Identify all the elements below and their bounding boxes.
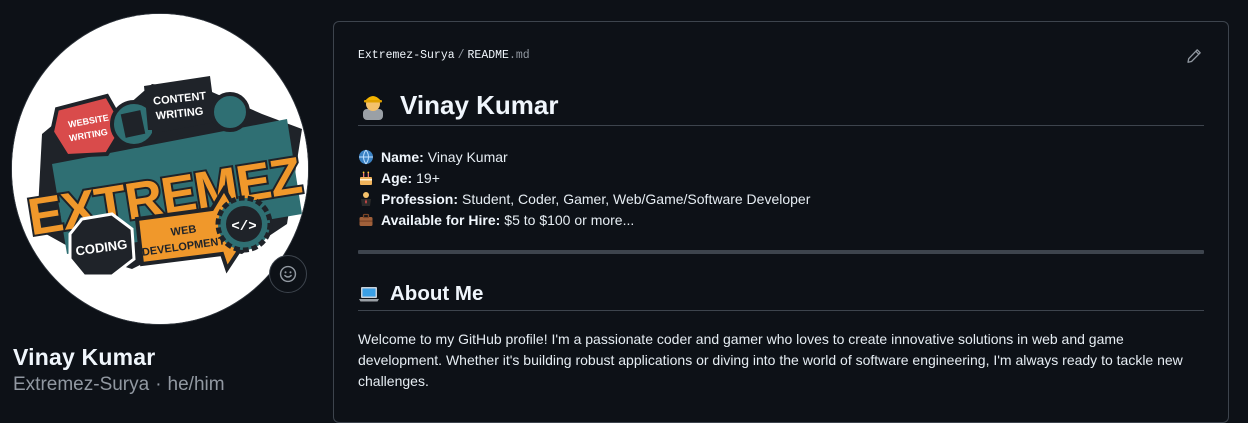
birthday-cake-icon bbox=[358, 170, 374, 186]
fact-label: Age: bbox=[381, 169, 413, 186]
breadcrumb-slash: / bbox=[457, 49, 465, 62]
globe-icon bbox=[358, 149, 374, 165]
breadcrumb-file[interactable]: README bbox=[468, 49, 509, 62]
about-paragraph: Welcome to my GitHub profile! I'm a pass… bbox=[358, 331, 1183, 389]
fact-item-name: Name: Vinay Kumar bbox=[358, 146, 810, 167]
fact-label: Name: bbox=[381, 148, 424, 165]
profile-pronouns: he/him bbox=[167, 374, 225, 395]
fact-label: Profession: bbox=[381, 190, 459, 207]
avatar[interactable]: WEBSITE WRITING CONTENT WRITING EXTREMEZ… bbox=[12, 14, 308, 324]
fact-item-hire: Available for Hire: $5 to $100 or more..… bbox=[358, 209, 810, 230]
fact-item-age: Age: 19+ bbox=[358, 167, 810, 188]
construction-worker-icon bbox=[363, 96, 383, 120]
separator-dot: · bbox=[155, 374, 162, 395]
pencil-icon bbox=[1187, 49, 1201, 63]
fact-value: Student, Coder, Gamer, Web/Game/Software… bbox=[462, 190, 811, 207]
fact-item-profession: Profession: Student, Coder, Gamer, Web/G… bbox=[358, 188, 810, 209]
svg-text:</>: </> bbox=[231, 219, 256, 235]
coding-badge: CODING bbox=[68, 212, 136, 278]
fact-value: $5 to $100 or more... bbox=[504, 211, 635, 228]
profile-username: Extremez-Surya bbox=[13, 374, 150, 395]
facts-list: Name: Vinay Kumar Age: 19+ Profession: S… bbox=[358, 146, 810, 230]
readme-heading-text: Vinay Kumar bbox=[400, 89, 559, 120]
extremez-logo: WEBSITE WRITING CONTENT WRITING EXTREMEZ… bbox=[12, 14, 308, 324]
smiley-icon bbox=[279, 265, 297, 283]
fact-value: Vinay Kumar bbox=[427, 148, 508, 165]
breadcrumb-file-ext: .md bbox=[508, 49, 530, 62]
code-gear: </> bbox=[215, 195, 273, 253]
breadcrumb: Extremez-Surya / README.md bbox=[358, 49, 530, 62]
set-status-button[interactable] bbox=[269, 255, 307, 293]
about-heading: About Me bbox=[358, 278, 1204, 311]
readme-heading: Vinay Kumar bbox=[358, 85, 1204, 126]
laptop-icon bbox=[359, 287, 379, 302]
avatar-container: WEBSITE WRITING CONTENT WRITING EXTREMEZ… bbox=[12, 14, 308, 326]
horizontal-rule bbox=[358, 250, 1204, 254]
profile-username-line: Extremez-Surya · he/him bbox=[13, 374, 225, 396]
profile-full-name: Vinay Kumar bbox=[13, 344, 156, 370]
fact-label: Available for Hire: bbox=[381, 211, 501, 228]
breadcrumb-owner[interactable]: Extremez-Surya bbox=[358, 49, 455, 62]
briefcase-icon bbox=[358, 212, 374, 228]
about-heading-text: About Me bbox=[390, 282, 484, 305]
readme-card: Extremez-Surya / README.md Vinay Kumar Nam… bbox=[333, 21, 1229, 423]
person-at-desk-icon bbox=[358, 191, 374, 207]
edit-readme-button[interactable] bbox=[1186, 48, 1206, 68]
fact-value: 19+ bbox=[416, 169, 440, 186]
